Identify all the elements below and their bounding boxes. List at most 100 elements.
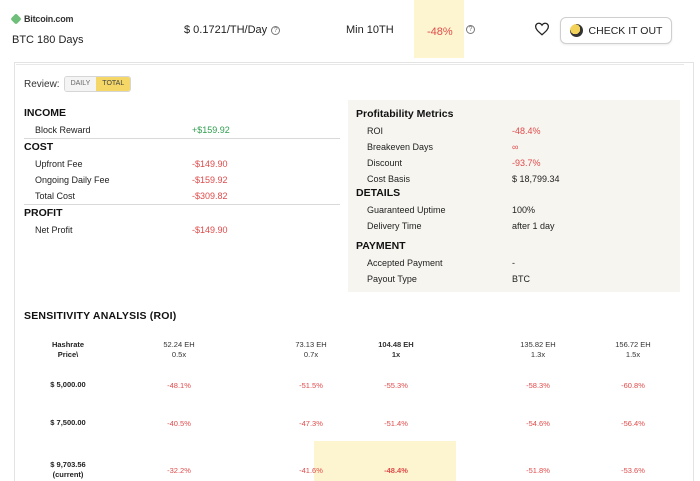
row-value: 100% [512,205,536,215]
income-row: Block Reward +$159.92 [24,122,340,138]
corner-price-label: Price\ [57,350,79,359]
hashrate-column-header: 156.72 EH 1.5x [578,340,688,360]
cost-row: Total Cost -$309.82 [24,188,340,204]
column-hashrate: 135.82 EH [520,340,556,349]
row-value: -$149.90 [192,159,228,169]
payment-row: Accepted Payment - [356,255,672,271]
hashrate-column-header: 52.24 EH 0.5x [124,340,234,360]
column-multiplier: 1.5x [625,350,641,359]
income-title: INCOME [24,107,66,119]
sensitivity-row: $ 5,000.00 -48.1% -51.5% -55.3% -58.3% -… [24,368,684,408]
roi-cell: -60.8% [621,381,645,390]
cost-title: COST [24,141,54,153]
brand-name: Bitcoin.com [24,14,74,24]
roi-cell: -51.8% [526,466,550,475]
metric-row: Cost Basis $ 18,799.34 [356,171,672,187]
row-label: Upfront Fee [35,159,83,169]
sensitivity-header-row: Hashrate Price\ 52.24 EH 0.5x 73.13 EH 0… [24,332,684,368]
price-help-icon[interactable]: ? [271,25,281,35]
metric-row: Discount -93.7% [356,155,672,171]
column-hashrate: 156.72 EH [615,340,651,349]
roi-cell: -48.1% [167,381,191,390]
divider [24,138,340,139]
hashrate-column-header: 135.82 EH 1.3x [483,340,593,360]
sensitivity-row: $ 7,500.00 -40.5% -47.3% -51.4% -54.6% -… [24,408,684,448]
hashrate-column-header: 104.48 EH 1x [341,340,451,360]
favorite-heart-icon[interactable] [534,22,550,36]
column-hashrate: 104.48 EH [378,340,414,349]
price-label: $ 7,500.00 [50,418,86,427]
row-value: -$309.82 [192,191,228,201]
toggle-daily[interactable]: DAILY [64,77,97,91]
toggle-total[interactable]: TOTAL [96,77,131,91]
check-it-out-label: CHECK IT OUT [588,24,663,37]
column-multiplier: 0.5x [171,350,187,359]
row-value: ∞ [512,142,519,152]
row-label: Cost Basis [367,174,411,184]
row-value: -93.7% [512,158,541,168]
roi-cell: -40.5% [167,419,191,428]
roi-cell: -55.3% [384,381,408,390]
minimum-hashrate: Min 10TH [346,24,394,36]
divider [16,64,684,65]
roi-cell: -54.6% [526,419,550,428]
review-toggle-group: Review: DAILY TOTAL [24,76,132,92]
roi-cell: -58.3% [526,381,550,390]
bitcoin-logo-icon [10,13,22,25]
current-price-note: (current) [52,470,84,479]
divider [24,204,340,205]
cost-row: Ongoing Daily Fee -$159.92 [24,172,340,188]
row-value: BTC [512,274,530,284]
roi-value: -48% [427,26,453,38]
row-label: ROI [367,126,384,136]
sensitivity-title: SENSITIVITY ANALYSIS (ROI) [24,310,177,322]
price-per-th: $ 0.1721/TH/Day ? [184,24,281,36]
row-label: Net Profit [35,225,73,235]
cost-row: Upfront Fee -$149.90 [24,156,340,172]
corner-header: Hashrate Price\ [28,340,108,360]
roi-help-icon[interactable]: ? [466,25,475,34]
row-value: $ 18,799.34 [512,174,560,184]
payment-row: Payout Type BTC [356,271,672,287]
row-value: after 1 day [512,221,555,231]
roi-cell: -53.6% [621,466,645,475]
row-label: Guaranteed Uptime [367,205,446,215]
review-toggle: DAILY TOTAL [63,76,132,92]
metrics-panel: Profitability Metrics ROI -48.4% Breakev… [348,100,680,292]
row-value: -$159.92 [192,175,228,185]
row-value: +$159.92 [192,125,230,135]
row-value: - [512,258,515,268]
metric-row: Breakeven Days ∞ [356,139,672,155]
coin-icon [569,24,583,37]
price-label: $ 9,703.56 (current) [28,460,108,480]
row-label: Accepted Payment [367,258,443,268]
detail-row: Delivery Time after 1 day [356,218,672,234]
price-value: $ 0.1721/TH/Day [184,24,268,36]
column-multiplier: 1.3x [530,350,546,359]
brand-logo[interactable]: Bitcoin.com [10,13,74,25]
row-label: Payout Type [367,274,417,284]
row-label: Block Reward [35,125,91,135]
row-value: -$149.90 [192,225,228,235]
review-label: Review: [24,78,60,90]
roi-cell: -51.4% [384,419,408,428]
profit-title: PROFIT [24,207,63,219]
check-it-out-button[interactable]: CHECK IT OUT [560,17,672,44]
metrics-title: Profitability Metrics [356,108,454,120]
profit-row: Net Profit -$149.90 [24,222,340,238]
sensitivity-table: Hashrate Price\ 52.24 EH 0.5x 73.13 EH 0… [24,332,684,481]
roi-cell-current: -48.4% [384,466,408,475]
column-multiplier: 1x [391,350,401,359]
sensitivity-row-current: $ 9,703.56 (current) -32.2% -41.6% -48.4… [24,448,684,481]
current-price: $ 9,703.56 [50,460,86,469]
row-label: Breakeven Days [367,142,434,152]
row-label: Delivery Time [367,221,422,231]
metric-row: ROI -48.4% [356,123,672,139]
corner-hashrate-label: Hashrate [51,340,85,349]
payment-title: PAYMENT [356,240,406,252]
row-label: Ongoing Daily Fee [35,175,110,185]
detail-row: Guaranteed Uptime 100% [356,202,672,218]
price-label: $ 5,000.00 [50,380,86,389]
income-cost-table: INCOME Block Reward +$159.92 COST Upfron… [24,107,340,238]
roi-cell: -32.2% [167,466,191,475]
